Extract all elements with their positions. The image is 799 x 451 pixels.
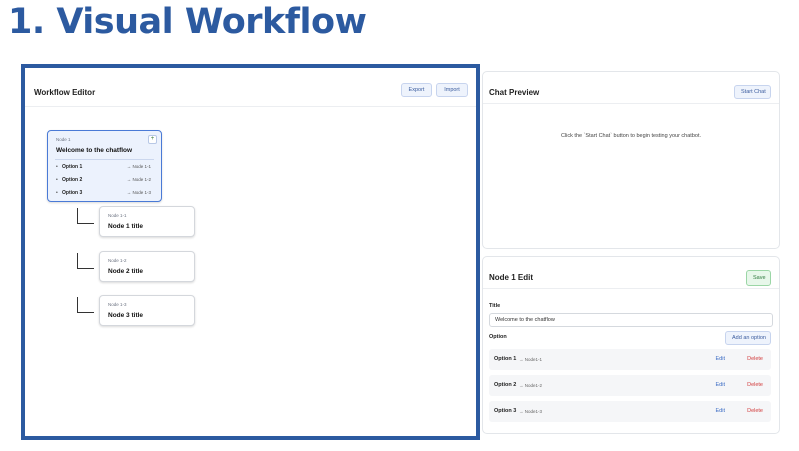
title-field-label: Title (489, 303, 501, 309)
node-title: Node 1 title (108, 223, 144, 230)
node-divider (55, 159, 154, 160)
node-title: Welcome to the chatflow (56, 147, 133, 154)
option-target: → Node 1-1 (126, 164, 151, 169)
add-option-button[interactable]: Add an option (725, 331, 771, 345)
option-row: Option 2 → Node1-2 Edit Delete (489, 375, 771, 396)
option-target: → Node 1-3 (126, 190, 151, 195)
add-option-icon[interactable]: + (148, 135, 157, 144)
node-edit-panel: Node 1 Edit Save Title Welcome to the ch… (482, 256, 780, 434)
editor-title: Workflow Editor (34, 88, 96, 97)
option-label: Option 2 (494, 382, 517, 388)
node-id: Node 1-2 (108, 258, 127, 263)
option-row: Option 1 → Node1-1 Edit Delete (489, 349, 771, 370)
option-label: Option 1 (62, 164, 83, 170)
edit-option-button[interactable]: Edit (716, 356, 725, 362)
node-option[interactable]: • Option 1 → Node 1-1 (56, 163, 153, 173)
edit-title: Node 1 Edit (489, 273, 534, 282)
edit-option-button[interactable]: Edit (716, 408, 725, 414)
option-label: Option 3 (494, 408, 517, 414)
delete-option-button[interactable]: Delete (747, 356, 763, 362)
chat-empty-message: Click the `Start Chat` button to begin t… (560, 133, 702, 139)
child-node[interactable]: Node 1-3 Node 3 title (99, 295, 195, 326)
editor-header: Workflow Editor Export Import (25, 68, 476, 107)
option-field-label: Option (489, 334, 507, 340)
child-node[interactable]: Node 1-1 Node 1 title (99, 206, 195, 237)
node-id: Node 1 (56, 137, 71, 142)
node-option[interactable]: • Option 2 → Node 1-2 (56, 176, 153, 186)
export-button[interactable]: Export (401, 83, 432, 97)
start-chat-button[interactable]: Start Chat (734, 85, 771, 99)
connector-line (77, 208, 94, 224)
option-label: Option 1 (494, 356, 517, 362)
node-id: Node 1-1 (108, 213, 127, 218)
connector-line (77, 297, 94, 313)
bullet-icon: • (56, 190, 58, 196)
chat-title: Chat Preview (489, 88, 540, 97)
delete-option-button[interactable]: Delete (747, 382, 763, 388)
option-label: Option 3 (62, 190, 83, 196)
option-target: → Node1-1 (519, 357, 543, 362)
delete-option-button[interactable]: Delete (747, 408, 763, 414)
node-title: Node 2 title (108, 268, 144, 275)
option-label: Option 2 (62, 177, 83, 183)
import-button[interactable]: Import (436, 83, 468, 97)
node-option[interactable]: • Option 3 → Node 1-3 (56, 189, 153, 199)
node-id: Node 1-3 (108, 302, 127, 307)
option-row: Option 3 → Node1-3 Edit Delete (489, 401, 771, 422)
bullet-icon: • (56, 164, 58, 170)
node-title: Node 3 title (108, 312, 144, 319)
chat-preview-panel: Chat Preview Start Chat Click the `Start… (482, 71, 780, 249)
option-target: → Node 1-2 (126, 177, 151, 182)
workflow-editor-panel: Workflow Editor Export Import Node 1 + W… (21, 64, 480, 440)
connector-line (77, 253, 94, 269)
title-input[interactable]: Welcome to the chatflow (489, 313, 773, 327)
page-heading: 1. Visual Workflow (8, 2, 367, 42)
edit-header: Node 1 Edit Save (483, 257, 779, 289)
edit-option-button[interactable]: Edit (716, 382, 725, 388)
save-button[interactable]: Save (746, 270, 771, 286)
option-target: → Node1-3 (519, 409, 543, 414)
bullet-icon: • (56, 177, 58, 183)
root-node[interactable]: Node 1 + Welcome to the chatflow • Optio… (47, 130, 162, 202)
chat-header: Chat Preview Start Chat (483, 72, 779, 104)
option-target: → Node1-2 (519, 383, 543, 388)
child-node[interactable]: Node 1-2 Node 2 title (99, 251, 195, 282)
